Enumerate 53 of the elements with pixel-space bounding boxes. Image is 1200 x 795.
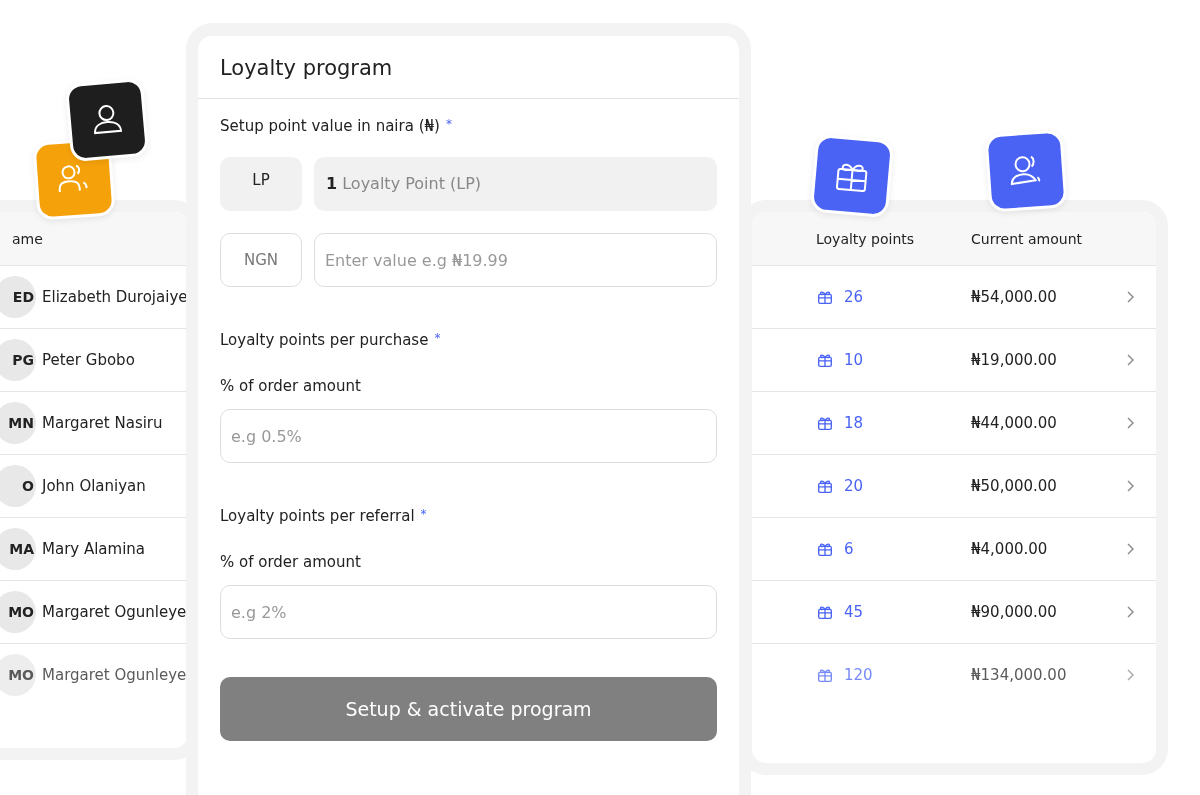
required-mark: * bbox=[420, 507, 427, 523]
percent-input[interactable]: e.g 2% bbox=[220, 585, 717, 639]
chevron-right-icon[interactable] bbox=[1125, 353, 1135, 367]
column-header: ame bbox=[12, 230, 43, 247]
avatar: ED bbox=[0, 276, 36, 318]
points-value: 45 bbox=[844, 603, 864, 621]
avatar: PG bbox=[0, 339, 36, 381]
points-value: 10 bbox=[844, 351, 864, 369]
amount-value: ₦90,000.00 bbox=[971, 603, 1058, 621]
field-label: Loyalty points per purchase bbox=[220, 331, 429, 349]
field-sublabel: % of order amount bbox=[220, 553, 362, 571]
amount-value: ₦4,000.00 bbox=[971, 540, 1049, 558]
customer-name: Margaret Nasiru bbox=[42, 414, 163, 432]
chevron-right-icon[interactable] bbox=[1125, 416, 1135, 430]
required-mark: * bbox=[434, 331, 441, 347]
points-value: 26 bbox=[844, 288, 864, 306]
points-value: 18 bbox=[844, 414, 864, 432]
dialog-title: Loyalty program bbox=[198, 36, 739, 99]
column-header: Current amount bbox=[971, 230, 1083, 247]
amount-value: ₦134,000.00 bbox=[971, 666, 1068, 684]
value-input[interactable]: Enter value e.g ₦19.99 bbox=[314, 233, 717, 287]
field-label: Setup point value in naira (₦) bbox=[220, 117, 440, 135]
points-value: 120 bbox=[844, 666, 873, 684]
customer-name: John Olaniyan bbox=[42, 477, 146, 495]
chevron-right-icon[interactable] bbox=[1125, 542, 1135, 556]
avatar: MA bbox=[0, 528, 36, 570]
amount-value: ₦19,000.00 bbox=[971, 351, 1058, 369]
field-label: Loyalty points per referral bbox=[220, 507, 415, 525]
avatar: MN bbox=[0, 402, 36, 444]
customer-name: Margaret Ogunleye bbox=[42, 603, 187, 621]
avatar: MO bbox=[0, 654, 36, 696]
customer-name: Mary Alamina bbox=[42, 540, 146, 558]
field-sublabel: % of order amount bbox=[220, 377, 362, 395]
chevron-right-icon[interactable] bbox=[1125, 605, 1135, 619]
customer-name: Peter Gbobo bbox=[42, 351, 135, 369]
percent-input[interactable]: e.g 0.5% bbox=[220, 409, 717, 463]
customer-name: Margaret Ogunleye bbox=[42, 666, 187, 684]
amount-value: ₦44,000.00 bbox=[971, 414, 1058, 432]
chevron-right-icon[interactable] bbox=[1125, 668, 1135, 682]
required-mark: * bbox=[445, 117, 452, 133]
points-value: 6 bbox=[844, 540, 854, 558]
column-header: Loyalty points bbox=[816, 230, 916, 247]
avatar: MO bbox=[0, 591, 36, 633]
customer-name: Elizabeth Durojaiye bbox=[42, 288, 188, 306]
amount-value: ₦54,000.00 bbox=[971, 288, 1058, 306]
avatar: O bbox=[0, 465, 36, 507]
chevron-right-icon[interactable] bbox=[1125, 479, 1135, 493]
amount-value: ₦50,000.00 bbox=[971, 477, 1058, 495]
currency-label: NGN bbox=[220, 233, 302, 287]
readonly-field: 1 Loyalty Point (LP) bbox=[314, 157, 717, 211]
unit-label: LP bbox=[220, 157, 302, 211]
chevron-right-icon[interactable] bbox=[1125, 290, 1135, 304]
points-value: 20 bbox=[844, 477, 864, 495]
